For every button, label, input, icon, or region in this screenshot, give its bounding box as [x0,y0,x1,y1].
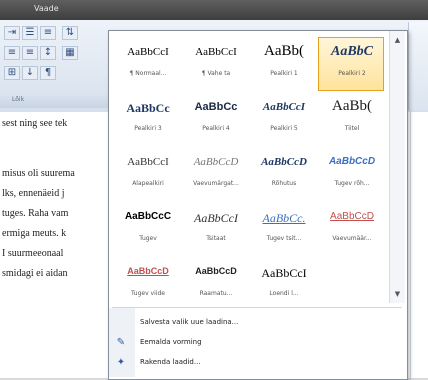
apply-styles-icon: ✦ [116,357,126,368]
menu-label: Salvesta valik uue laadina... [140,318,239,326]
style-sample: AaBbCcI [127,156,169,168]
gallery-scrollbar[interactable]: ▲ ▼ [389,31,405,303]
align-left-icon[interactable]: ≡ [4,46,20,60]
menu-label: Eemalda vorming [140,338,202,346]
style-tile-book-title[interactable]: AaBbCcD Raamatu... [182,257,248,311]
style-name: Rõhutus [271,180,297,187]
style-name: Alapealkiri [132,180,164,187]
gallery-commands: Salvesta valik uue laadina... ✎ Eemalda … [109,308,405,377]
style-tile-heading-5[interactable]: AaBbCcI Pealkiri 5 [250,92,316,146]
style-name: Tugev tsit... [266,235,302,242]
document-line: misus oli suurema [2,168,75,179]
style-name: ¶ Normaal... [129,70,167,77]
style-name: ¶ Vahe ta [201,70,231,77]
style-sample: AaBbCcD [330,211,374,222]
style-tile-intense-quote[interactable]: AaBbCc. Tugev tsit... [250,202,316,256]
document-right-area [408,112,428,378]
style-tile-subtle-emphasis[interactable]: AaBbCcD Vaevumärgat... [182,147,248,201]
style-tile-heading-4[interactable]: AaBbCc Pealkiri 4 [182,92,248,146]
align-center-icon[interactable]: ≡ [22,46,38,60]
document-line: lks, ennenäeid j [2,188,65,199]
style-name: Loendi l... [269,290,299,297]
style-tile-quote[interactable]: AaBbCcI Tsitaat [182,202,248,256]
style-sample: AaBbCcI [194,211,238,225]
style-name: Tsitaat [206,235,226,242]
document-line: ermiga meuts. k [2,228,67,239]
style-tile-subtitle[interactable]: AaBbCcI Alapealkiri [114,147,180,201]
sort-icon[interactable]: ⇅ [62,26,78,40]
page-edge [410,112,411,378]
save-style-command[interactable]: Salvesta valik uue laadina... [109,314,405,333]
shading-icon[interactable]: ▦ [62,46,78,60]
style-tile-no-spacing[interactable]: AaBbCcI ¶ Vahe ta [182,37,248,91]
align-icon[interactable]: ≡ [40,26,56,40]
style-sample: AaBb( [264,43,304,59]
style-name: Pealkiri 1 [270,70,298,77]
style-sample: AaBbCcD [261,156,307,168]
style-tile-heading-3[interactable]: AaBbCc Pealkiri 3 [114,92,180,146]
line-spacing-icon[interactable]: ↕ [40,46,56,60]
sort-az-icon[interactable]: ↓ [22,66,38,80]
style-name: Pealkiri 3 [134,125,162,132]
style-tile-intense-emphasis[interactable]: AaBbCcD Tugev rõh... [318,147,384,201]
menu-label: Rakenda laadid... [140,358,201,366]
style-name: Raamatu... [199,290,233,297]
style-sample: AaBb( [332,98,372,114]
style-tile-normal[interactable]: AaBbCcI ¶ Normaal... [114,37,180,91]
style-name: Tugev rõh... [334,180,370,187]
style-name: Tiitel [344,125,360,132]
document-page[interactable]: sest ning see tek misus oli suurema lks,… [0,112,108,378]
clear-formatting-icon: ✎ [116,337,126,348]
style-tile-strong[interactable]: AaBbCcC Tugev [114,202,180,256]
style-tile-emphasis[interactable]: AaBbCcD Rõhutus [250,147,316,201]
style-name: Vaevumäär... [332,235,372,242]
style-sample: AaBbCc [194,101,238,113]
document-line: I suurmeeonaal [2,248,64,259]
style-sample: AaBbCcD [127,266,169,276]
ribbon-right-edge [408,22,428,110]
clear-formatting-command[interactable]: ✎ Eemalda vorming [109,334,405,353]
style-tile-list-paragraph[interactable]: AaBbCcI Loendi l... [250,257,316,311]
list-icon[interactable]: ☰ [22,26,38,40]
style-sample: AaBbCcI [195,46,237,58]
style-sample: AaBbCcI [262,101,306,113]
styles-grid: AaBbCcI ¶ Normaal... AaBbCcI ¶ Vahe ta A… [112,35,394,311]
style-name: Pealkiri 5 [270,125,298,132]
style-name: Tugev [139,235,157,242]
apply-styles-command[interactable]: ✦ Rakenda laadid... [109,354,405,373]
style-sample: AaBbCcI [261,266,307,280]
group-label-strip: Lõik [0,94,108,108]
style-sample: AaBbCcD [328,156,376,167]
style-tile-heading-1[interactable]: AaBb( Pealkiri 1 [250,37,316,91]
style-sample: AaBbCcI [127,46,169,58]
border-icon[interactable]: ⊞ [4,66,20,80]
style-name: Tugev viide [131,290,165,297]
style-sample: AaBbCc. [262,211,306,225]
scroll-down-icon[interactable]: ▼ [392,289,403,299]
window-title: Vaade [34,4,59,13]
style-sample: AaBbCcC [124,211,172,222]
style-sample: AaBbCcD [193,156,239,168]
style-tile-subtle-reference[interactable]: AaBbCcD Vaevumäär... [318,202,384,256]
style-sample: AaBbC [330,44,373,59]
style-name: Pealkiri 4 [202,125,230,132]
indent-icon[interactable]: ⇥ [4,26,20,40]
document-line: smidagi ei aidan [2,268,68,279]
style-tile-title[interactable]: AaBb( Tiitel [318,92,384,146]
style-sample: AaBbCc [126,101,170,115]
style-tile-heading-2[interactable]: AaBbC Pealkiri 2 [318,37,384,91]
save-style-icon [115,317,127,329]
document-line: sest ning see tek [2,118,68,129]
style-tile-intense-reference[interactable]: AaBbCcD Tugev viide [114,257,180,311]
style-name: Vaevumärgat... [193,180,239,187]
window-title-bar: Vaade [0,0,428,20]
document-line: tuges. Raha vam [2,208,69,219]
pilcrow-icon[interactable]: ¶ [40,66,56,80]
style-sample: AaBbCcD [195,266,237,276]
scroll-up-icon[interactable]: ▲ [392,35,403,45]
style-name: Pealkiri 2 [338,70,366,77]
group-label: Lõik [12,96,25,103]
